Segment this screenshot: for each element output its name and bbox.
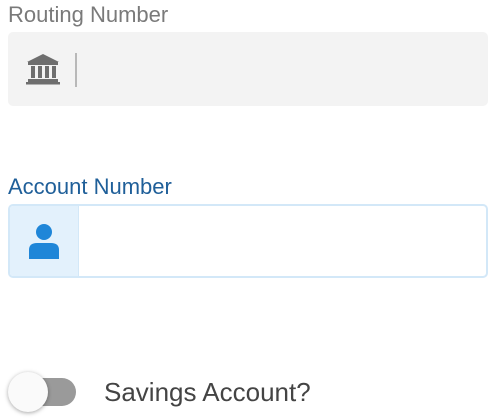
account-number-group (8, 204, 488, 278)
bank-icon (26, 54, 60, 85)
bank-account-form: Routing Number Account Number Savings Ac… (0, 0, 500, 420)
savings-account-label: Savings Account? (104, 376, 311, 407)
account-number-label: Account Number (8, 174, 172, 199)
savings-account-toggle[interactable] (8, 370, 76, 414)
savings-account-row: Savings Account? (8, 370, 311, 414)
person-icon (29, 224, 59, 259)
routing-number-addon (9, 33, 77, 105)
routing-number-input[interactable] (77, 33, 487, 105)
routing-number-group (8, 32, 488, 106)
routing-number-label: Routing Number (8, 2, 169, 27)
toggle-thumb[interactable] (8, 372, 48, 412)
text-cursor (75, 53, 77, 87)
account-number-input[interactable] (79, 206, 486, 276)
account-number-addon (10, 206, 79, 276)
